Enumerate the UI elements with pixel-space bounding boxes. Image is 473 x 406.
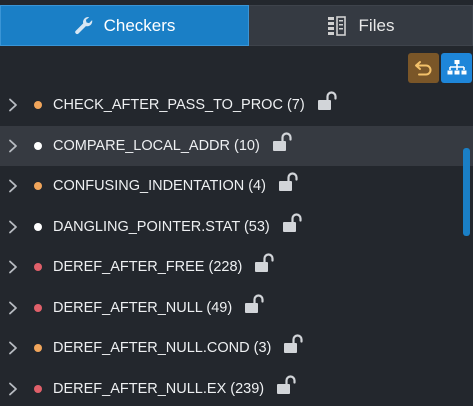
undo-icon [414, 59, 434, 77]
severity-dot [34, 182, 42, 191]
tab-files[interactable]: Files [249, 5, 473, 46]
chevron-right-icon[interactable] [8, 220, 18, 234]
checker-label: DEREF_AFTER_FREE (228) [53, 259, 243, 276]
checker-list: CHECK_AFTER_PASS_TO_PROC (7) COMPARE_LOC… [0, 85, 473, 406]
checker-row[interactable]: DEREF_AFTER_NULL (49) [0, 288, 473, 329]
checker-row[interactable]: COMPARE_LOCAL_ADDR (10) [0, 125, 473, 166]
unlock-icon[interactable] [276, 375, 298, 397]
checker-label: COMPARE_LOCAL_ADDR (10) [53, 137, 260, 154]
wrench-icon [74, 16, 94, 36]
unlock-icon[interactable] [244, 294, 266, 316]
severity-dot [34, 303, 42, 312]
severity-dot [34, 222, 42, 231]
checker-row[interactable]: CONFUSING_INDENTATION (4) [0, 166, 473, 207]
chevron-right-icon[interactable] [8, 179, 18, 193]
tab-checkers-label: Checkers [103, 15, 176, 35]
checker-row[interactable]: DANGLING_POINTER.STAT (53) [0, 207, 473, 248]
chevron-right-icon[interactable] [8, 139, 18, 153]
chevron-right-icon[interactable] [8, 382, 18, 396]
chevron-right-icon[interactable] [8, 341, 18, 355]
files-icon [327, 15, 347, 36]
tab-files-label: Files [358, 15, 395, 35]
severity-dot [34, 141, 42, 150]
unlock-icon[interactable] [282, 213, 304, 235]
unlock-icon[interactable] [272, 132, 294, 154]
tab-bar: Checkers Files [0, 5, 473, 46]
unlock-icon[interactable] [283, 334, 305, 356]
chevron-right-icon[interactable] [8, 98, 18, 112]
severity-dot [34, 263, 42, 272]
undo-button[interactable] [408, 53, 439, 83]
hierarchy-view-button[interactable] [441, 53, 472, 83]
checker-label: CONFUSING_INDENTATION (4) [53, 178, 266, 195]
unlock-icon[interactable] [254, 253, 276, 275]
severity-dot [34, 344, 42, 353]
checker-label: DEREF_AFTER_NULL.EX (239) [53, 380, 265, 397]
severity-dot [34, 384, 42, 393]
chevron-right-icon[interactable] [8, 260, 18, 274]
unlock-icon[interactable] [317, 91, 339, 113]
checker-label: DEREF_AFTER_NULL (49) [53, 299, 233, 316]
hierarchy-icon [447, 59, 467, 77]
unlock-icon[interactable] [278, 172, 300, 194]
checker-label: DEREF_AFTER_NULL.COND (3) [53, 340, 272, 357]
checker-label: CHECK_AFTER_PASS_TO_PROC (7) [53, 97, 305, 114]
checker-row[interactable]: DEREF_AFTER_NULL.COND (3) [0, 328, 473, 369]
severity-dot [34, 101, 42, 110]
checker-row[interactable]: DEREF_AFTER_FREE (228) [0, 247, 473, 288]
checker-row[interactable]: DEREF_AFTER_NULL.EX (239) [0, 369, 473, 406]
checker-row[interactable]: CHECK_AFTER_PASS_TO_PROC (7) [0, 85, 473, 126]
chevron-right-icon[interactable] [8, 301, 18, 315]
checkers-panel: Checkers Files CHECK_AFTER_PASS_TO_PROC … [0, 0, 473, 406]
checker-label: DANGLING_POINTER.STAT (53) [53, 218, 270, 235]
scrollbar-thumb[interactable] [463, 148, 470, 236]
tab-checkers[interactable]: Checkers [0, 5, 249, 46]
